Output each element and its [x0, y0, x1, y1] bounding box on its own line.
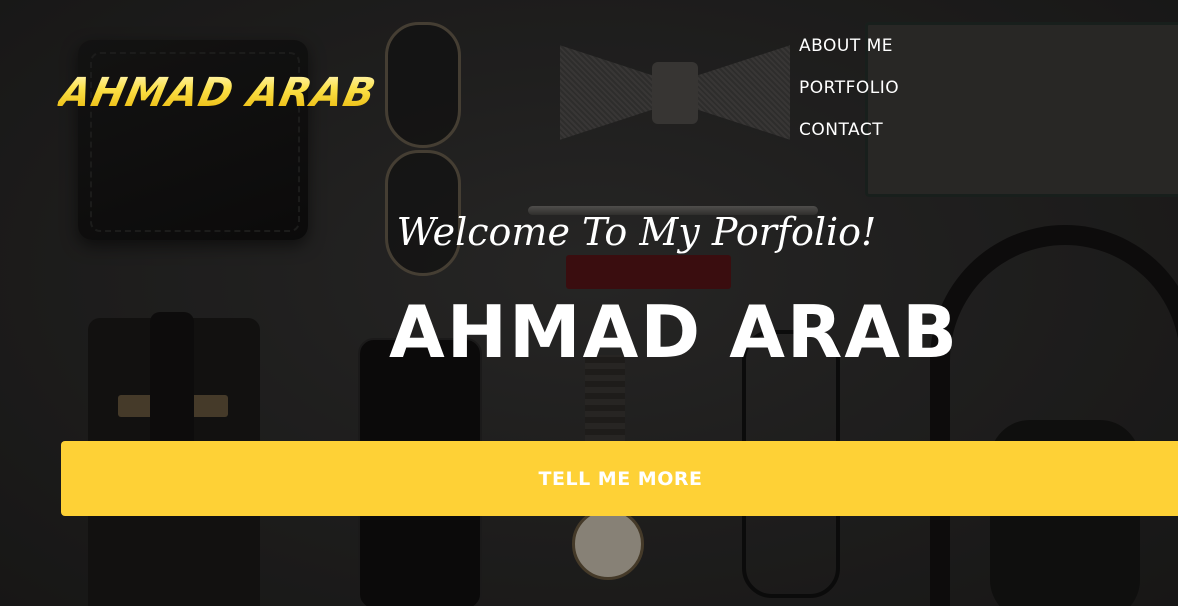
nav-item-portfolio: PORTFOLIO — [799, 76, 899, 100]
nav-link-about-me[interactable]: ABOUT ME — [799, 34, 899, 58]
nav-item-about: ABOUT ME — [799, 34, 899, 58]
tell-me-more-button[interactable]: TELL ME MORE — [61, 441, 1178, 516]
main-nav: ABOUT ME PORTFOLIO CONTACT — [799, 34, 899, 160]
site-logo[interactable]: AHMAD ARAB — [55, 70, 380, 116]
hero-subheading: Welcome To My Porfolio! — [396, 210, 877, 254]
nav-item-contact: CONTACT — [799, 118, 899, 142]
hero-heading: AHMAD ARAB — [389, 290, 959, 374]
nav-link-contact[interactable]: CONTACT — [799, 118, 899, 142]
nav-link-portfolio[interactable]: PORTFOLIO — [799, 76, 899, 100]
